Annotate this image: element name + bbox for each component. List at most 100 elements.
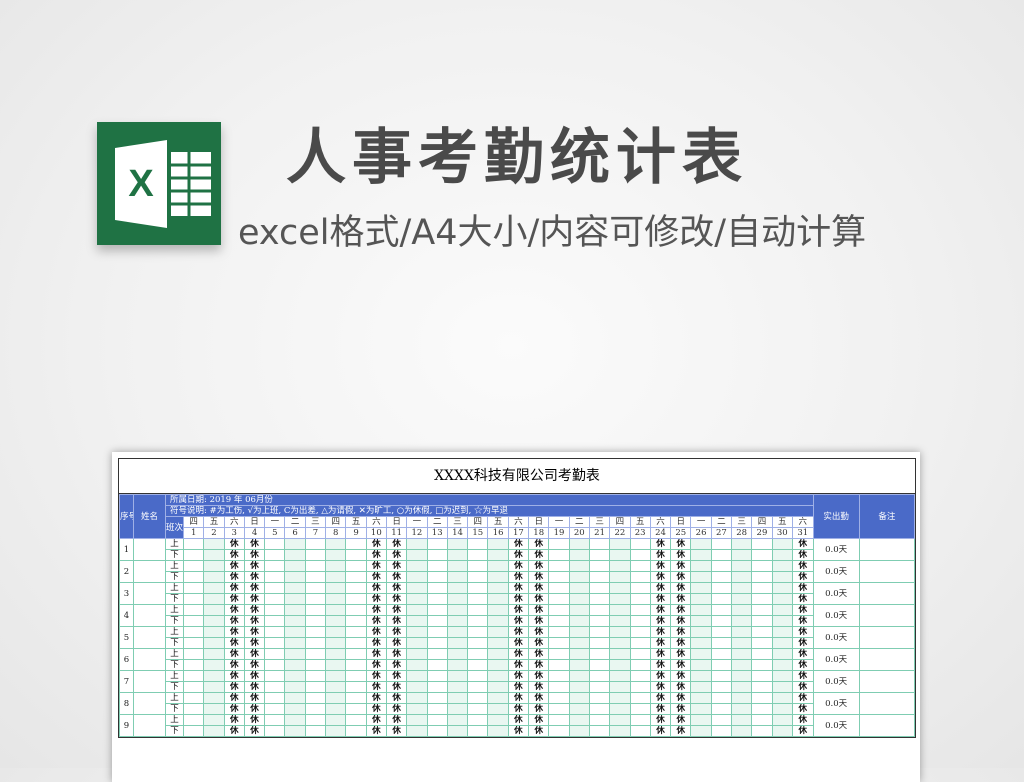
day-cell	[446, 681, 469, 693]
day-cell: 休	[223, 681, 245, 693]
day-cell	[710, 703, 733, 715]
day-cell	[690, 725, 712, 737]
day-cell	[264, 637, 286, 649]
spreadsheet-preview: XXXX科技有限公司考勤表 序号姓名所属日期: 2019 年 06月份实出勤备注…	[112, 452, 920, 782]
day-cell	[609, 725, 631, 737]
day-cell	[203, 692, 225, 704]
day-cell	[182, 549, 205, 561]
day-cell: 休	[670, 626, 692, 638]
day-cell	[203, 549, 225, 561]
day-cell	[264, 582, 286, 594]
day-cell	[629, 648, 651, 660]
day-cell: 休	[365, 538, 387, 550]
day-cell: 休	[649, 703, 672, 715]
day-cell	[751, 582, 773, 594]
table-row: 下休休休休休休休休休	[120, 593, 915, 605]
day-cell: 休	[365, 692, 387, 704]
day-cell	[345, 648, 367, 660]
day-cell	[284, 681, 306, 693]
day-number-cell: 26	[690, 527, 712, 539]
name-header: 姓名	[133, 494, 166, 539]
day-cell: 休	[243, 648, 266, 660]
employee-name	[133, 692, 166, 715]
day-cell	[182, 703, 205, 715]
day-cell	[182, 725, 205, 737]
day-cell	[467, 659, 489, 671]
day-cell	[203, 648, 225, 660]
day-cell	[629, 615, 651, 627]
weekday-cell: 四	[467, 516, 489, 528]
day-cell	[588, 549, 611, 561]
day-number-cell: 21	[588, 527, 611, 539]
day-cell: 休	[791, 560, 814, 572]
day-cell: 休	[528, 703, 550, 715]
day-cell	[588, 615, 611, 627]
day-cell	[325, 560, 347, 572]
day-cell	[182, 681, 205, 693]
day-cell: 休	[243, 582, 266, 594]
day-cell: 休	[528, 538, 550, 550]
employee-name	[133, 560, 166, 583]
day-cell	[304, 604, 327, 616]
day-cell	[710, 549, 733, 561]
day-number-cell: 1	[182, 527, 205, 539]
day-cell: 休	[243, 549, 266, 561]
day-cell	[345, 571, 367, 583]
day-cell	[629, 692, 651, 704]
day-cell	[751, 681, 773, 693]
day-number-cell: 25	[670, 527, 692, 539]
day-cell	[304, 560, 327, 572]
day-cell: 休	[791, 593, 814, 605]
day-cell	[203, 659, 225, 671]
day-cell: 休	[507, 560, 530, 572]
day-cell	[629, 637, 651, 649]
day-cell	[568, 725, 590, 737]
day-cell: 休	[670, 571, 692, 583]
day-number-cell: 27	[710, 527, 733, 539]
shift-cell: 上	[165, 538, 184, 550]
day-cell	[325, 725, 347, 737]
day-cell	[325, 571, 347, 583]
weekday-cell: 一	[548, 516, 570, 528]
day-cell: 休	[528, 615, 550, 627]
day-cell: 休	[243, 670, 266, 682]
day-cell	[487, 593, 509, 605]
day-cell	[731, 593, 753, 605]
day-cell	[771, 725, 793, 737]
day-cell	[487, 703, 509, 715]
day-cell	[751, 659, 773, 671]
day-cell: 休	[791, 604, 814, 616]
remark-cell	[858, 648, 916, 671]
day-cell	[568, 538, 590, 550]
day-cell	[609, 703, 631, 715]
day-cell	[609, 582, 631, 594]
day-cell: 休	[385, 549, 408, 561]
day-number-cell: 2	[203, 527, 225, 539]
day-cell: 休	[385, 582, 408, 594]
weekday-cell: 五	[629, 516, 651, 528]
day-number-cell: 24	[649, 527, 672, 539]
day-cell	[284, 714, 306, 726]
day-cell	[467, 692, 489, 704]
day-cell: 休	[223, 593, 245, 605]
excel-logo-icon: X	[97, 122, 221, 245]
day-cell	[588, 593, 611, 605]
day-cell: 休	[649, 626, 672, 638]
day-cell: 休	[649, 582, 672, 594]
day-cell	[304, 703, 327, 715]
day-cell	[548, 615, 570, 627]
day-cell	[731, 637, 753, 649]
day-cell: 休	[791, 637, 814, 649]
day-cell	[548, 538, 570, 550]
day-cell	[467, 549, 489, 561]
day-cell: 休	[670, 714, 692, 726]
row-number: 2	[119, 560, 134, 583]
day-cell	[771, 593, 793, 605]
day-cell	[426, 560, 448, 572]
day-cell: 休	[528, 692, 550, 704]
day-cell	[203, 604, 225, 616]
day-cell	[406, 604, 428, 616]
day-cell	[304, 538, 327, 550]
day-cell	[771, 637, 793, 649]
day-cell	[731, 571, 753, 583]
